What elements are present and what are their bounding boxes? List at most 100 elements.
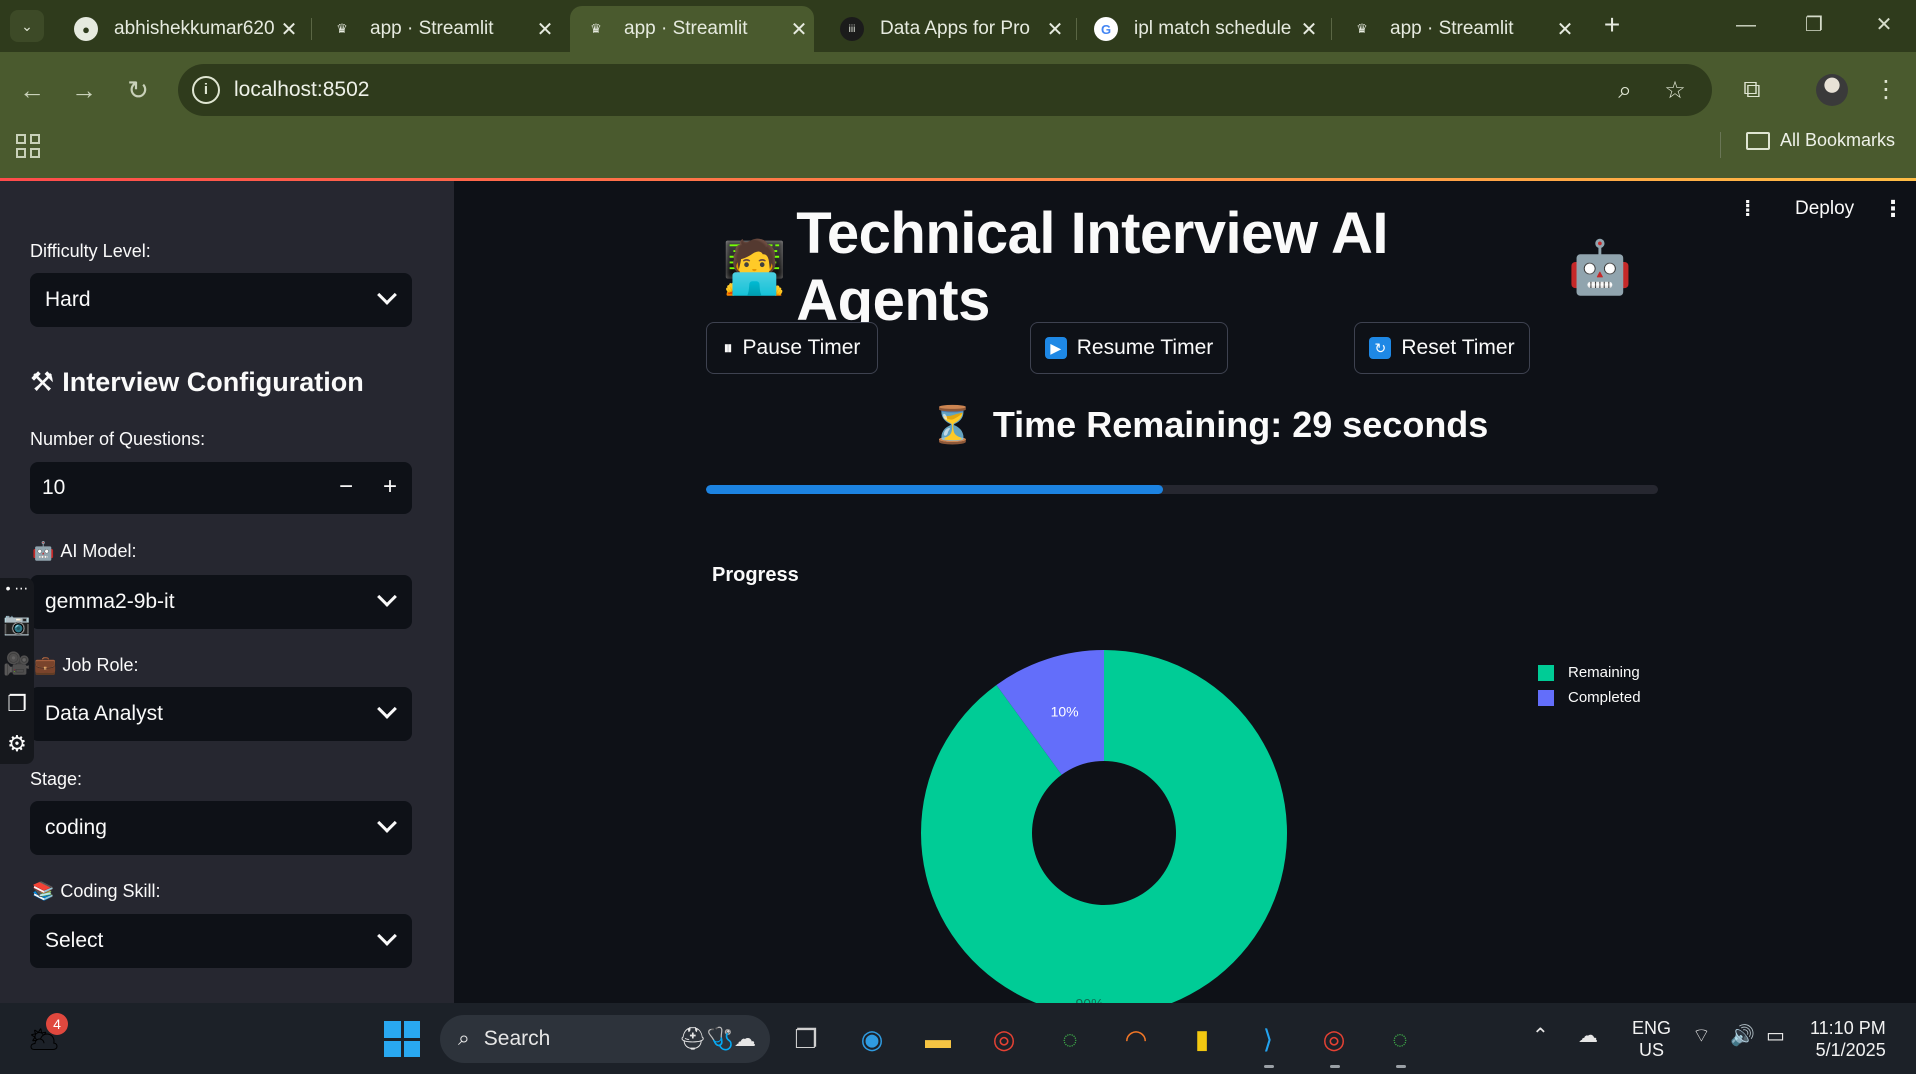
power-bi-icon[interactable]: ▮ bbox=[1182, 1019, 1222, 1059]
ai-model-select[interactable]: gemma2-9b-it bbox=[30, 575, 412, 629]
apps-grid-icon[interactable] bbox=[16, 134, 40, 158]
chrome-profile-icon[interactable]: ◎ bbox=[1314, 1019, 1354, 1059]
main-menu-icon[interactable]: ⋮ bbox=[1882, 196, 1904, 222]
donut-label-completed: 10% bbox=[1051, 704, 1079, 720]
url-text[interactable]: localhost:8502 bbox=[234, 78, 369, 102]
profile-avatar[interactable] bbox=[1816, 74, 1848, 106]
deploy-button[interactable]: Deploy bbox=[1795, 198, 1854, 220]
chevron-down-icon bbox=[377, 699, 397, 719]
video-icon[interactable]: 🎥 bbox=[0, 644, 34, 684]
close-icon[interactable]: ✕ bbox=[784, 17, 814, 42]
close-icon[interactable]: ✕ bbox=[274, 17, 304, 42]
ai-model-value: gemma2-9b-it bbox=[45, 590, 175, 613]
chrome-icon[interactable]: ◎ bbox=[984, 1019, 1024, 1059]
onedrive-icon[interactable]: ☁ bbox=[1578, 1023, 1598, 1048]
address-bar[interactable]: i localhost:8502 ⌕ ☆ bbox=[178, 64, 1712, 116]
difficulty-select[interactable]: Hard bbox=[30, 273, 412, 327]
legend-label-completed: Completed bbox=[1568, 689, 1641, 706]
books-icon: 📚 bbox=[32, 881, 55, 901]
language-code: ENG bbox=[1632, 1018, 1672, 1038]
chevron-down-icon bbox=[377, 285, 397, 305]
close-icon[interactable]: ✕ bbox=[1294, 17, 1324, 42]
timer-progress-fill bbox=[706, 485, 1163, 494]
minimize-icon[interactable]: — bbox=[1722, 8, 1770, 42]
search-highlight-icon: ⛑🩺☁ bbox=[678, 1026, 756, 1051]
num-questions-input[interactable]: 10 − + bbox=[30, 462, 412, 514]
pause-timer-label: Pause Timer bbox=[742, 336, 861, 359]
stage-value: coding bbox=[45, 816, 107, 839]
hourglass-icon: ⏳ bbox=[930, 404, 975, 445]
increment-button[interactable]: + bbox=[368, 462, 412, 514]
windows-icon[interactable]: ❐ bbox=[0, 684, 34, 724]
volume-icon[interactable]: 🔊 bbox=[1730, 1023, 1755, 1048]
language-indicator[interactable]: ENG US bbox=[1632, 1017, 1671, 1061]
windows-start-icon[interactable] bbox=[384, 1021, 420, 1057]
tab-posit[interactable]: iii Data Apps for Pro ✕ bbox=[826, 6, 1070, 52]
window-close-icon[interactable]: ✕ bbox=[1860, 8, 1908, 42]
resume-timer-button[interactable]: ▶ Resume Timer bbox=[1030, 322, 1228, 374]
tab-github[interactable]: ● abhishekkumar620 ✕ bbox=[60, 6, 304, 52]
search-icon: ⌕ bbox=[458, 1027, 470, 1050]
time-remaining: ⏳ Time Remaining: 29 seconds bbox=[930, 404, 1488, 446]
all-bookmarks-button[interactable]: All Bookmarks bbox=[1746, 130, 1895, 151]
tab-streamlit-1[interactable]: ♛ app · Streamlit ✕ bbox=[316, 6, 560, 52]
legend-item-completed[interactable]: Completed bbox=[1538, 685, 1641, 710]
coding-skill-value: Select bbox=[45, 929, 104, 952]
status-running-icon[interactable]: ⁞ bbox=[1744, 196, 1751, 222]
timer-progress-bar bbox=[706, 485, 1658, 494]
rstudio-icon[interactable]: ◌ bbox=[1050, 1019, 1090, 1059]
wifi-icon[interactable]: ⌔ bbox=[1692, 1023, 1711, 1048]
close-icon[interactable]: ✕ bbox=[530, 17, 560, 42]
bookmark-star-icon[interactable]: ☆ bbox=[1660, 76, 1690, 106]
tab-search-button[interactable]: ⌄ bbox=[10, 10, 44, 42]
job-role-label: 💼 Job Role: bbox=[34, 655, 138, 676]
new-tab-button[interactable]: + bbox=[1596, 10, 1628, 42]
edge-icon[interactable]: ◉ bbox=[852, 1019, 892, 1059]
num-questions-value[interactable]: 10 bbox=[42, 476, 65, 500]
extensions-icon[interactable]: ⧉ bbox=[1734, 72, 1770, 108]
app-loading-icon[interactable]: ◌ bbox=[1380, 1019, 1420, 1059]
task-view-icon[interactable]: ❐ bbox=[786, 1019, 826, 1059]
tab-divider bbox=[1331, 18, 1332, 40]
close-icon[interactable]: ✕ bbox=[1550, 17, 1580, 42]
restore-icon[interactable]: ❐ bbox=[1790, 8, 1838, 42]
more-icon[interactable]: • ⋯ bbox=[0, 578, 34, 604]
back-icon[interactable]: ← bbox=[14, 72, 50, 108]
stage-select[interactable]: coding bbox=[30, 801, 412, 855]
tab-label: abhishekkumar620 bbox=[114, 18, 274, 39]
browser-tab-bar: ⌄ ● abhishekkumar620 ✕ ♛ app · Streamlit… bbox=[0, 0, 1916, 52]
coding-skill-select[interactable]: Select bbox=[30, 914, 412, 968]
taskbar-search[interactable]: ⌕ Search ⛑🩺☁ bbox=[440, 1015, 770, 1063]
file-explorer-icon[interactable]: ▬ bbox=[918, 1019, 958, 1059]
settings-gear-icon[interactable]: ⚙ bbox=[0, 724, 34, 764]
zoom-icon[interactable]: ⌕ bbox=[1610, 76, 1640, 106]
robot-icon: 🤖 bbox=[1567, 238, 1633, 297]
vscode-icon[interactable]: ⟩ bbox=[1248, 1019, 1288, 1059]
camera-icon[interactable]: 📷 bbox=[0, 604, 34, 644]
show-hidden-icons[interactable]: ⌃ bbox=[1532, 1023, 1549, 1048]
site-info-icon[interactable]: i bbox=[192, 76, 220, 104]
legend-item-remaining[interactable]: Remaining bbox=[1538, 660, 1641, 685]
tab-streamlit-2[interactable]: ♛ app · Streamlit ✕ bbox=[1336, 6, 1580, 52]
google-icon: G bbox=[1094, 17, 1118, 41]
reload-icon[interactable]: ↻ bbox=[120, 72, 156, 108]
page-title: 🧑‍💻 Technical Interview AI Agents 🤖 bbox=[712, 201, 1642, 333]
battery-icon[interactable]: ▭ bbox=[1766, 1023, 1785, 1048]
reset-timer-button[interactable]: ↻ Reset Timer bbox=[1354, 322, 1530, 374]
close-icon[interactable]: ✕ bbox=[1040, 17, 1070, 42]
forward-icon[interactable]: → bbox=[66, 72, 102, 108]
tab-streamlit-active[interactable]: ♛ app · Streamlit ✕ bbox=[570, 6, 814, 52]
system-clock[interactable]: 11:10 PM 5/1/2025 bbox=[1810, 1017, 1886, 1061]
tab-label: app · Streamlit bbox=[624, 18, 748, 39]
jupyter-icon[interactable]: ◠ bbox=[1116, 1019, 1156, 1059]
folder-icon bbox=[1746, 131, 1770, 150]
config-heading-text: Interview Configuration bbox=[62, 367, 364, 397]
job-role-select[interactable]: Data Analyst bbox=[30, 687, 412, 741]
reset-timer-label: Reset Timer bbox=[1401, 336, 1515, 359]
pause-timer-button[interactable]: ⏸ Pause Timer bbox=[706, 322, 878, 374]
legend-label-remaining: Remaining bbox=[1568, 664, 1640, 681]
decrement-button[interactable]: − bbox=[324, 462, 368, 514]
tab-google[interactable]: G ipl match schedule ✕ bbox=[1080, 6, 1324, 52]
browser-menu-icon[interactable]: ⋮ bbox=[1868, 72, 1904, 108]
tab-label: app · Streamlit bbox=[370, 18, 494, 39]
